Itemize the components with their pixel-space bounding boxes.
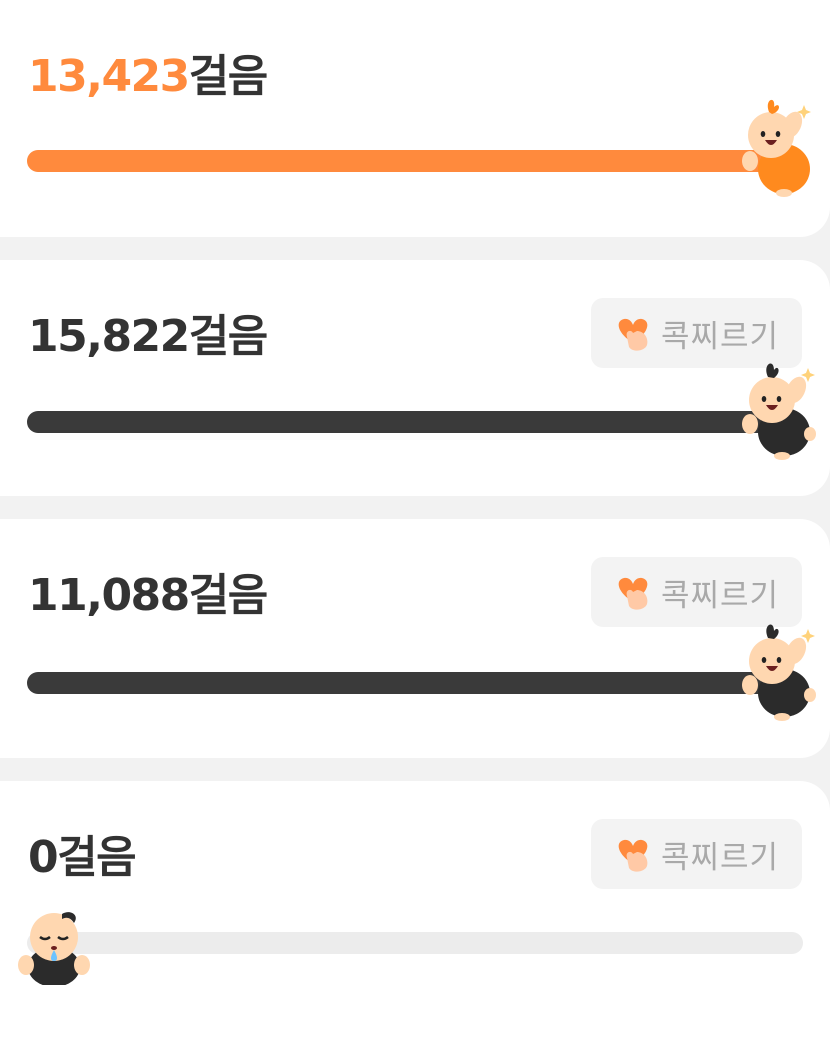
step-progress-fill: [27, 150, 803, 172]
step-count-value: 15,822: [28, 311, 190, 362]
step-unit: 걸음: [188, 51, 268, 102]
poke-heart-hand-icon: [618, 577, 648, 610]
step-count: 0걸음: [28, 836, 137, 880]
step-count: 11,088걸음: [28, 574, 268, 618]
step-card-friend: 15,822걸음 콕찌르기: [0, 260, 830, 496]
step-unit: 걸음: [188, 570, 268, 621]
step-progress-bar: [27, 672, 803, 694]
step-progress-fill: [27, 672, 803, 694]
step-count: 13,423걸음: [28, 55, 268, 99]
step-card-friend: 11,088걸음 콕찌르기: [0, 519, 830, 758]
poke-label: 콕찌르기: [661, 577, 780, 614]
step-progress-bar: [27, 411, 803, 433]
sleepy-mascot-icon: [18, 912, 90, 985]
step-unit: 걸음: [188, 311, 268, 362]
step-card-me: 13,423걸음: [0, 0, 830, 237]
black-mascot-icon: [742, 624, 816, 721]
poke-label: 콕찌르기: [661, 839, 780, 876]
step-count-value: 13,423: [28, 51, 190, 102]
step-unit: 걸음: [57, 832, 136, 883]
orange-mascot-icon: [742, 99, 811, 197]
step-progress-fill: [27, 411, 803, 433]
poke-heart-hand-icon: [618, 318, 648, 351]
poke-button[interactable]: 콕찌르기: [591, 557, 802, 627]
step-card-friend: 0걸음 콕찌르기: [0, 781, 830, 1041]
poke-label: 콕찌르기: [661, 318, 780, 355]
step-count-value: 0: [28, 832, 59, 883]
step-progress-bar: [27, 932, 803, 954]
black-mascot-icon: [742, 363, 816, 460]
step-progress-bar: [27, 150, 803, 172]
poke-button[interactable]: 콕찌르기: [591, 819, 802, 889]
poke-heart-hand-icon: [618, 839, 648, 872]
step-count: 15,822걸음: [28, 315, 268, 359]
step-count-value: 11,088: [28, 570, 190, 621]
